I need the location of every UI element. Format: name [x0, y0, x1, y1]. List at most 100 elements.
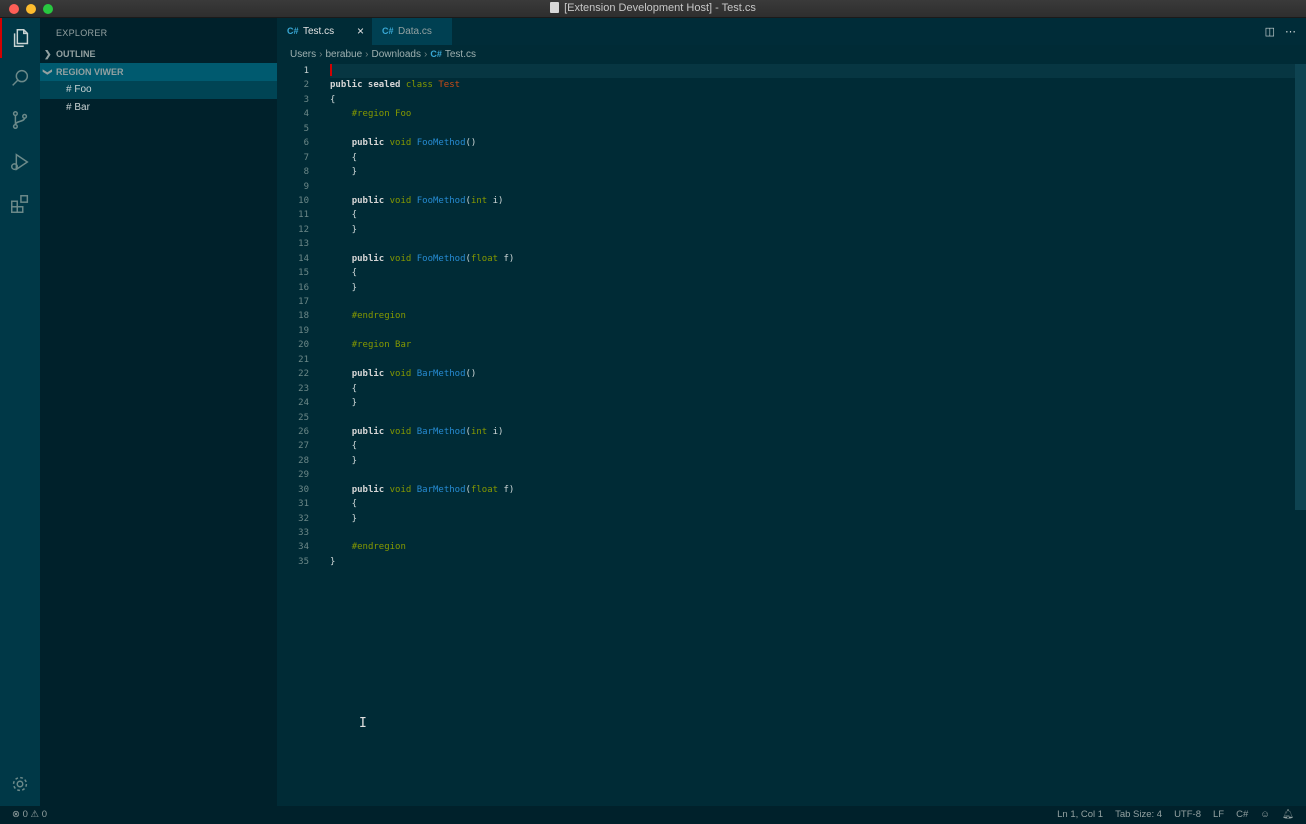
tab-size[interactable]: Tab Size: 4	[1115, 806, 1162, 824]
breadcrumb-item[interactable]: Users	[290, 49, 316, 60]
line-number: 33	[298, 528, 309, 538]
line-number: 26	[298, 426, 309, 437]
explorer-activity[interactable]	[0, 18, 40, 58]
breadcrumb-item[interactable]: Downloads	[372, 49, 421, 60]
extensions-activity[interactable]	[0, 184, 40, 224]
code-line[interactable]: #region Bar	[330, 338, 1306, 352]
line-number: 6	[303, 138, 309, 149]
line-number: 22	[298, 369, 309, 380]
activity-bar	[0, 18, 40, 806]
csharp-file-icon: C#	[382, 26, 394, 36]
code-line[interactable]	[330, 468, 1306, 482]
code-line[interactable]: {	[330, 266, 1306, 280]
chevron-down-icon: ❯	[42, 68, 53, 76]
code-line[interactable]: {	[330, 208, 1306, 222]
code-line[interactable]: #endregion	[330, 540, 1306, 554]
chevron-right-icon: ›	[424, 49, 428, 60]
code-editor[interactable]: 1 2 3 4 5 6 7 8 9 10 11 12 13 14 15 16 17 18 19 20 21 22 23 24 2…	[277, 64, 1306, 806]
tab-test-cs[interactable]: C# Test.cs ×	[277, 18, 372, 45]
encoding[interactable]: UTF-8	[1174, 806, 1201, 824]
more-actions-icon[interactable]: ⋯	[1285, 25, 1296, 38]
run-debug-activity[interactable]	[0, 142, 40, 182]
tab-label: Data.cs	[398, 26, 432, 37]
code-line[interactable]: public void FooMethod()	[330, 136, 1306, 150]
manage-activity[interactable]	[0, 764, 40, 804]
region-item-foo[interactable]: # Foo	[40, 81, 277, 99]
gear-icon	[12, 776, 28, 792]
line-number: 12	[298, 224, 309, 235]
code-line[interactable]: }	[330, 165, 1306, 179]
line-number: 17	[298, 297, 309, 307]
code-line[interactable]	[330, 411, 1306, 425]
window-title: [Extension Development Host] - Test.cs	[564, 2, 756, 14]
bell-icon[interactable]: 🔔︎	[1282, 806, 1294, 824]
code-line[interactable]: public void FooMethod(float f)	[330, 252, 1306, 266]
line-number: 19	[298, 325, 309, 336]
code-line[interactable]	[330, 353, 1306, 367]
search-activity[interactable]	[0, 58, 40, 98]
code-line[interactable]: #endregion	[330, 309, 1306, 323]
code-line[interactable]	[330, 237, 1306, 251]
code-line[interactable]: {	[330, 382, 1306, 396]
line-number: 31	[298, 499, 309, 510]
code-area[interactable]: public sealed class Test { #region Foo p…	[330, 64, 1306, 569]
breadcrumb-file[interactable]: Test.cs	[445, 49, 476, 60]
code-line[interactable]	[330, 295, 1306, 309]
csharp-file-icon: C#	[287, 26, 299, 36]
chevron-right-icon: ›	[365, 49, 369, 60]
files-icon	[13, 29, 29, 47]
line-number: 27	[298, 441, 309, 452]
code-line[interactable]	[330, 180, 1306, 194]
editor-scrollbar[interactable]	[1295, 64, 1306, 510]
code-line[interactable]: public void BarMethod(float f)	[330, 483, 1306, 497]
line-number: 15	[298, 268, 309, 279]
code-line[interactable]: }	[330, 555, 1306, 569]
outline-section-label: OUTLINE	[56, 49, 96, 59]
region-viewer-section-header[interactable]: ❯ REGION VIWER	[40, 63, 277, 81]
code-line[interactable]	[330, 64, 1306, 79]
outline-section-header[interactable]: ❯ OUTLINE	[40, 45, 277, 63]
warning-count: 0	[41, 809, 48, 820]
tab-data-cs[interactable]: C# Data.cs	[372, 18, 452, 45]
code-line[interactable]: }	[330, 223, 1306, 237]
code-line[interactable]: public void FooMethod(int i)	[330, 194, 1306, 208]
breadcrumb-item[interactable]: berabue	[325, 49, 362, 60]
language-mode[interactable]: C#	[1236, 806, 1248, 824]
line-number: 21	[298, 354, 309, 365]
line-number: 28	[298, 455, 309, 466]
code-line[interactable]: public void BarMethod(int i)	[330, 425, 1306, 439]
split-editor-icon[interactable]: ◫	[1265, 25, 1275, 38]
line-number: 7	[303, 152, 309, 163]
line-number: 25	[298, 412, 309, 423]
line-number: 8	[303, 167, 309, 178]
code-line[interactable]: }	[330, 454, 1306, 468]
feedback-icon[interactable]: ☺	[1260, 806, 1270, 824]
code-line[interactable]: public void BarMethod()	[330, 367, 1306, 381]
line-number: 20	[298, 340, 309, 351]
code-line[interactable]: }	[330, 512, 1306, 526]
code-line[interactable]: {	[330, 497, 1306, 511]
code-line[interactable]: }	[330, 281, 1306, 295]
document-icon	[550, 2, 560, 13]
close-tab-button[interactable]: ×	[357, 18, 364, 45]
code-line[interactable]: }	[330, 396, 1306, 410]
status-bar: ⊗ 0 ⚠ 0 Ln 1, Col 1 Tab Size: 4 UTF-8 LF…	[0, 806, 1306, 824]
code-line[interactable]	[330, 526, 1306, 540]
source-control-activity[interactable]	[0, 100, 40, 140]
line-number: 3	[303, 94, 309, 105]
code-line[interactable]: {	[330, 151, 1306, 165]
line-number: 2	[303, 80, 309, 91]
cursor-position[interactable]: Ln 1, Col 1	[1057, 806, 1103, 824]
region-item-bar[interactable]: # Bar	[40, 99, 277, 117]
code-line[interactable]: {	[330, 93, 1306, 107]
region-viewer-section-label: REGION VIWER	[56, 67, 124, 77]
code-line[interactable]: public sealed class Test	[330, 78, 1306, 92]
code-line[interactable]: {	[330, 439, 1306, 453]
code-line[interactable]	[330, 324, 1306, 338]
code-line[interactable]: #region Foo	[330, 107, 1306, 121]
end-of-line[interactable]: LF	[1213, 806, 1224, 824]
chevron-right-icon: ❯	[44, 49, 52, 59]
problems-indicator[interactable]: ⊗ 0 ⚠ 0	[12, 806, 47, 824]
breadcrumb: Users › berabue › Downloads › C# Test.cs	[277, 45, 1306, 64]
code-line[interactable]	[330, 122, 1306, 136]
